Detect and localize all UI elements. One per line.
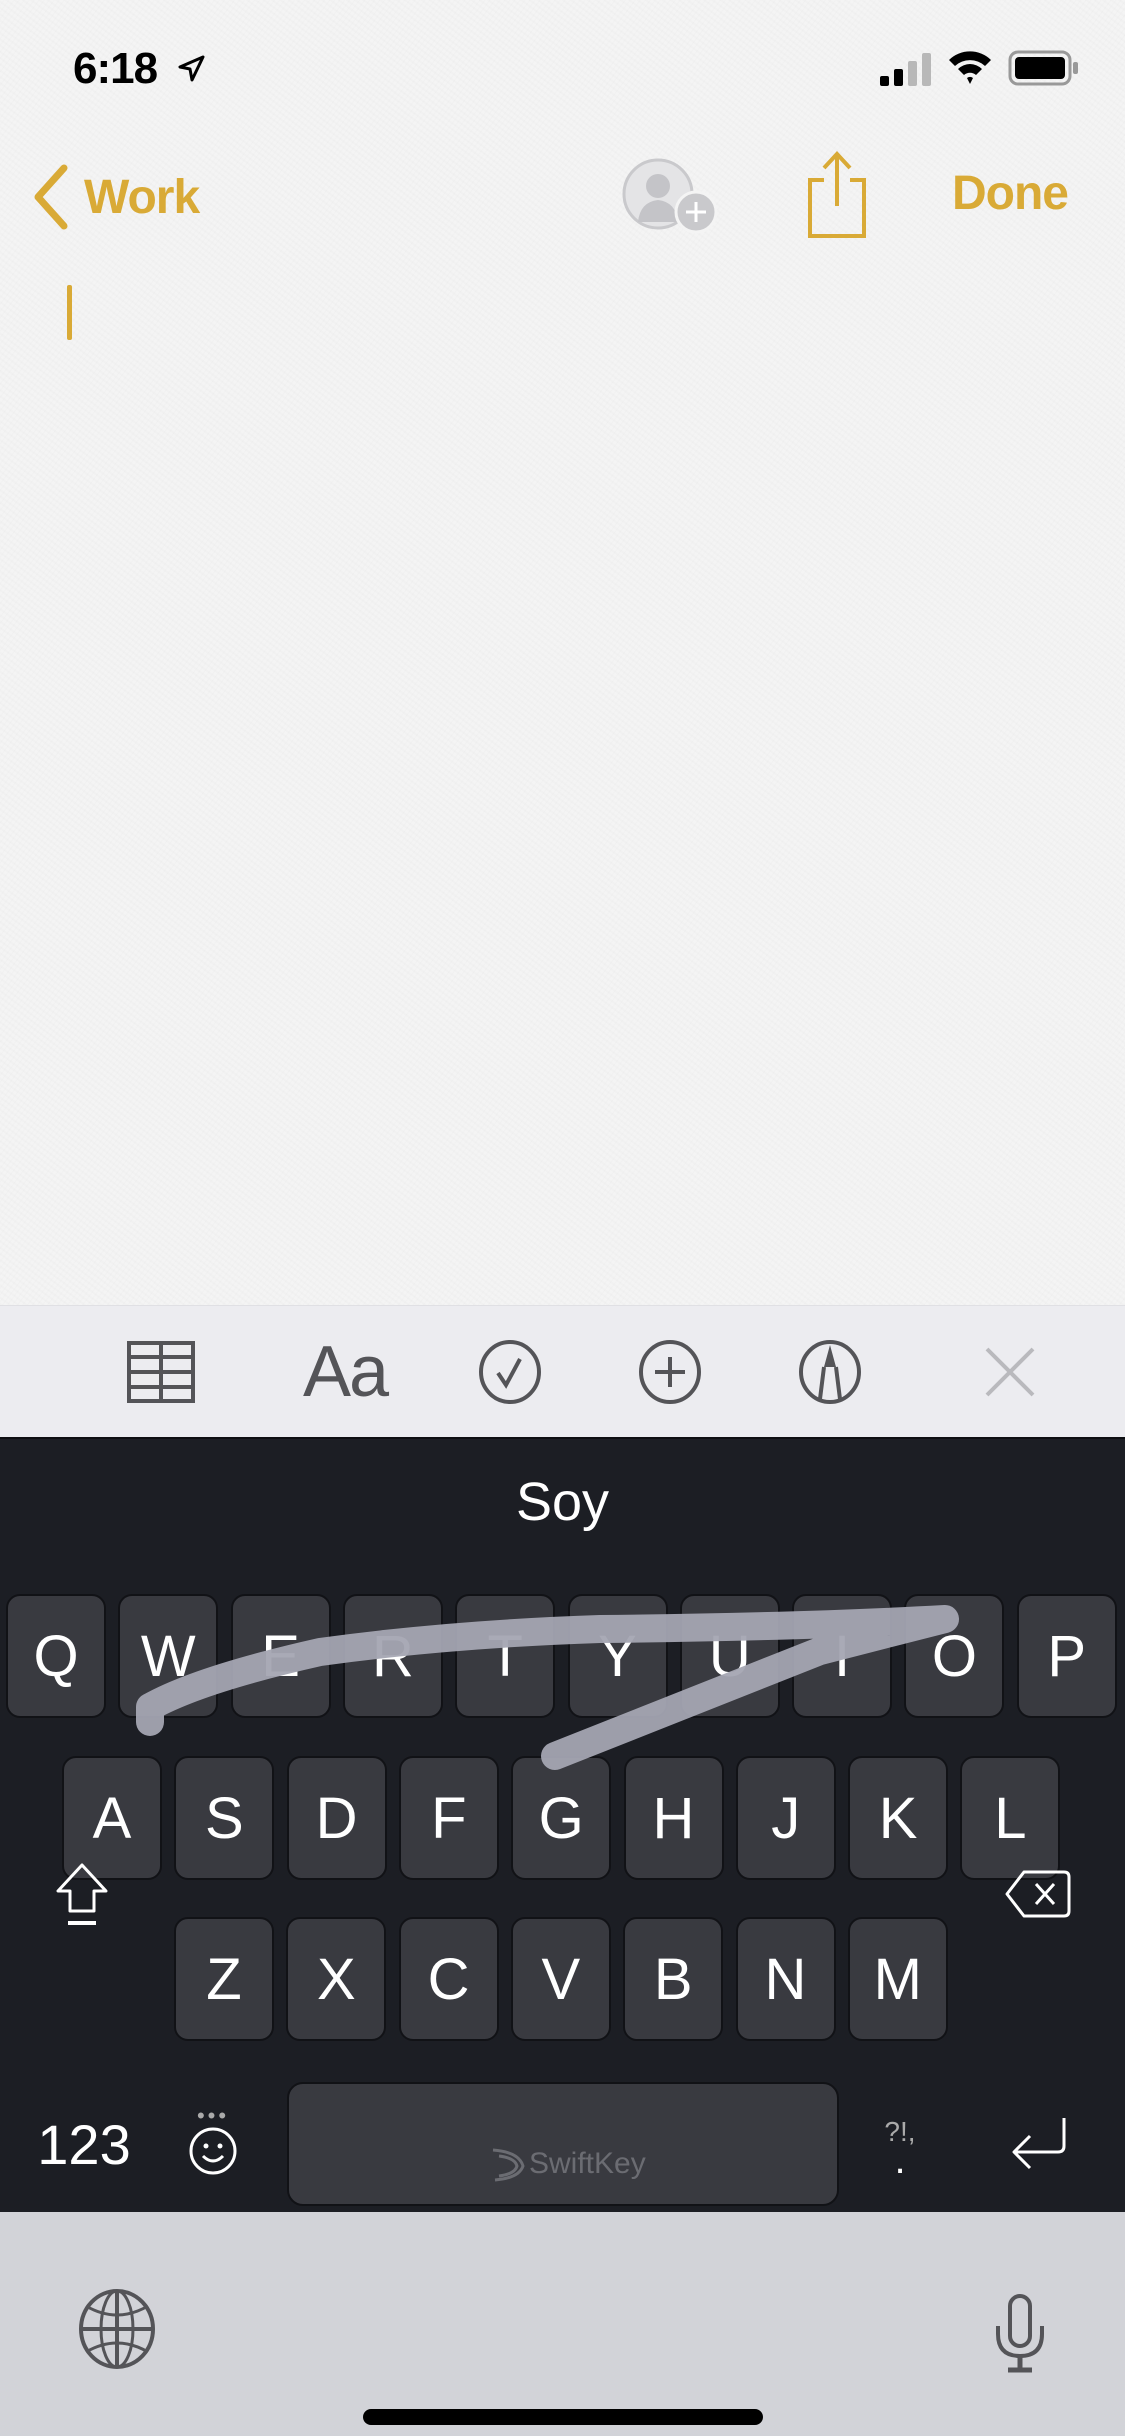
globe-icon[interactable] bbox=[76, 2288, 158, 2370]
key-e[interactable]: E bbox=[230, 1594, 331, 1718]
key-d[interactable]: D bbox=[286, 1756, 387, 1880]
key-q[interactable]: Q bbox=[6, 1594, 106, 1718]
key-w[interactable]: W bbox=[118, 1594, 219, 1718]
key-o[interactable]: O bbox=[904, 1594, 1005, 1718]
period-label: . bbox=[894, 2138, 906, 2182]
back-button[interactable]: Work bbox=[30, 162, 200, 232]
close-keyboard-button[interactable] bbox=[970, 1306, 1050, 1438]
back-label: Work bbox=[84, 170, 200, 224]
key-h[interactable]: H bbox=[623, 1756, 724, 1880]
location-arrow-icon bbox=[178, 55, 205, 82]
key-v[interactable]: V bbox=[510, 1917, 611, 2041]
key-z[interactable]: Z bbox=[174, 1917, 274, 2041]
table-button[interactable] bbox=[120, 1306, 202, 1438]
return-icon bbox=[1012, 2118, 1066, 2170]
key-t[interactable]: T bbox=[455, 1594, 556, 1718]
key-x[interactable]: X bbox=[286, 1917, 387, 2041]
wifi-icon bbox=[949, 51, 991, 84]
key-i[interactable]: I bbox=[792, 1594, 893, 1718]
suggestion-word[interactable]: Soy bbox=[0, 1471, 1125, 1533]
key-m[interactable]: M bbox=[847, 1917, 948, 2041]
key-u[interactable]: U bbox=[679, 1594, 780, 1718]
microphone-icon[interactable] bbox=[990, 2294, 1050, 2374]
key-s[interactable]: S bbox=[174, 1756, 275, 1880]
note-body[interactable] bbox=[67, 280, 1067, 340]
space-key[interactable]: SwiftKey bbox=[287, 2082, 839, 2206]
system-bar bbox=[0, 2212, 1125, 2436]
emoji-icon bbox=[189, 2127, 237, 2175]
swiftkey-label: SwiftKey bbox=[529, 2147, 646, 2180]
close-icon bbox=[985, 1347, 1035, 1397]
return-key[interactable] bbox=[990, 2082, 1090, 2206]
more-dots: ••• bbox=[196, 2103, 230, 2128]
home-indicator[interactable] bbox=[363, 2409, 763, 2425]
punctuation-key[interactable]: ?!, . bbox=[860, 2082, 940, 2206]
plus-circle-icon bbox=[639, 1340, 701, 1404]
notes-toolbar: Aa bbox=[0, 1305, 1125, 1438]
backspace-icon bbox=[1005, 1870, 1071, 1918]
numbers-key[interactable]: 123 bbox=[24, 2082, 144, 2206]
add-people-icon[interactable] bbox=[618, 156, 720, 238]
key-b[interactable]: B bbox=[623, 1917, 724, 2041]
key-f[interactable]: F bbox=[398, 1756, 499, 1880]
key-g[interactable]: G bbox=[511, 1756, 612, 1880]
key-j[interactable]: J bbox=[735, 1756, 836, 1880]
key-p[interactable]: P bbox=[1016, 1594, 1117, 1718]
cellular-signal-icon bbox=[880, 53, 931, 86]
share-icon[interactable] bbox=[806, 150, 868, 238]
delete-key[interactable] bbox=[978, 1832, 1098, 1956]
markup-button[interactable] bbox=[790, 1306, 870, 1438]
emoji-key[interactable]: ••• bbox=[168, 2082, 258, 2206]
swiftkey-brand: SwiftKey bbox=[489, 2146, 646, 2182]
chevron-left-icon bbox=[34, 164, 68, 230]
status-time: 6:18 bbox=[73, 44, 158, 93]
insert-button[interactable] bbox=[630, 1306, 710, 1438]
shift-key[interactable] bbox=[22, 1832, 142, 1956]
key-c[interactable]: C bbox=[398, 1917, 499, 2041]
swiftkey-keyboard: Soy QWERTYUIOPASDFGHJKLZXCVBNM 123 ••• S… bbox=[0, 1437, 1125, 2214]
checklist-button[interactable] bbox=[470, 1306, 550, 1438]
swiftkey-logo-icon bbox=[492, 2148, 525, 2182]
checkmark-circle-icon bbox=[479, 1340, 541, 1404]
shift-icon bbox=[56, 1863, 108, 1925]
format-button[interactable]: Aa bbox=[290, 1306, 400, 1438]
table-icon bbox=[127, 1341, 195, 1403]
key-k[interactable]: K bbox=[848, 1756, 949, 1880]
key-n[interactable]: N bbox=[735, 1917, 836, 2041]
key-y[interactable]: Y bbox=[567, 1594, 668, 1718]
done-button[interactable]: Done bbox=[952, 166, 1069, 221]
battery-icon bbox=[1008, 50, 1078, 86]
pen-circle-icon bbox=[799, 1340, 861, 1404]
key-r[interactable]: R bbox=[342, 1594, 443, 1718]
